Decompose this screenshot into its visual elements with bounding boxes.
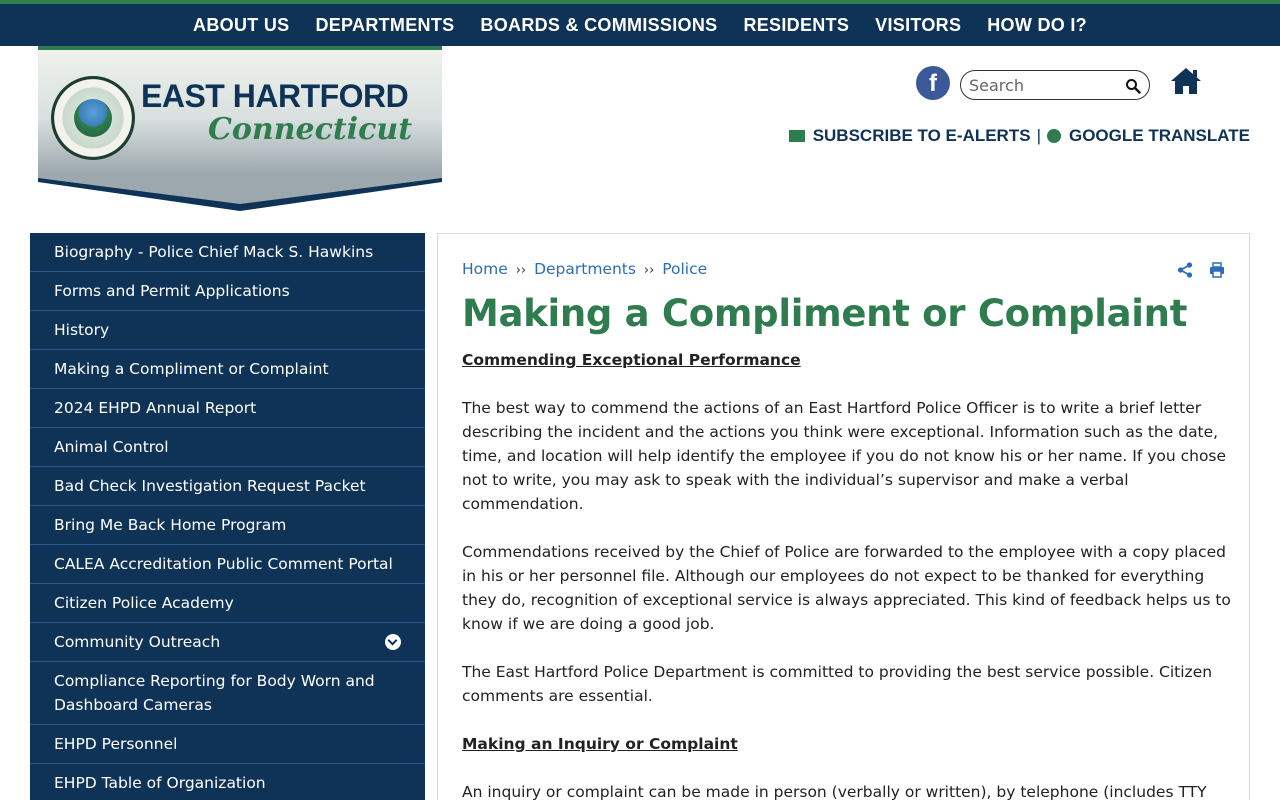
search-input[interactable]: [969, 75, 1119, 95]
sidebar-item-table-of-organization[interactable]: EHPD Table of Organization: [30, 764, 425, 800]
main-content: Home ›› Departments ›› Police Making a C…: [437, 233, 1250, 800]
breadcrumb-separator: ››: [643, 263, 655, 278]
print-icon[interactable]: [1209, 262, 1225, 278]
sidebar-item-label: Biography - Police Chief Mack S. Hawkins: [54, 243, 374, 261]
town-seal-icon: [51, 76, 135, 160]
nav-visitors[interactable]: VISITORS: [875, 15, 961, 36]
sidebar-item-label: Citizen Police Academy: [54, 594, 234, 612]
logo-subtitle: Connecticut: [208, 112, 413, 147]
nav-residents[interactable]: RESIDENTS: [743, 15, 849, 36]
sidebar-item-label: Bad Check Investigation Request Packet: [54, 477, 366, 495]
nav-departments[interactable]: DEPARTMENTS: [315, 15, 454, 36]
site-logo[interactable]: EAST HARTFORD Connecticut: [38, 46, 442, 211]
sidebar-item-label: Compliance Reporting for Body Worn and D…: [54, 672, 375, 714]
sidebar-item-label: Making a Compliment or Complaint: [54, 360, 329, 378]
sidebar-item-label: EHPD Personnel: [54, 735, 178, 753]
sidebar-item-animal-control[interactable]: Animal Control: [30, 428, 425, 467]
search-icon[interactable]: [1125, 78, 1141, 94]
sidebar-item-bring-me-back-home[interactable]: Bring Me Back Home Program: [30, 506, 425, 545]
nav-about-us[interactable]: ABOUT US: [193, 15, 289, 36]
breadcrumb-separator: ››: [515, 263, 527, 278]
google-translate-link[interactable]: GOOGLE TRANSLATE: [1069, 126, 1250, 146]
sidebar-item-label: EHPD Table of Organization: [54, 774, 266, 792]
sidebar-item-compliment-complaint[interactable]: Making a Compliment or Complaint: [30, 350, 425, 389]
subscribe-link[interactable]: SUBSCRIBE TO E-ALERTS: [813, 126, 1031, 146]
sidebar-item-bad-check[interactable]: Bad Check Investigation Request Packet: [30, 467, 425, 506]
sidebar-item-label: Community Outreach: [54, 633, 221, 651]
sidebar-item-annual-report[interactable]: 2024 EHPD Annual Report: [30, 389, 425, 428]
home-icon[interactable]: [1170, 66, 1202, 96]
sidebar-item-compliance-reporting[interactable]: Compliance Reporting for Body Worn and D…: [30, 662, 425, 725]
sidebar-item-community-outreach[interactable]: Community Outreach: [30, 623, 425, 662]
nav-boards-commissions[interactable]: BOARDS & COMMISSIONS: [480, 15, 717, 36]
paragraph: The East Hartford Police Department is c…: [462, 663, 1213, 705]
sidebar-item-biography[interactable]: Biography - Police Chief Mack S. Hawkins: [30, 233, 425, 272]
share-icon[interactable]: [1177, 262, 1193, 278]
paragraph: An inquiry or complaint can be made in p…: [462, 783, 1207, 800]
link-separator: |: [1036, 126, 1041, 145]
sidebar-item-label: CALEA Accreditation Public Comment Porta…: [54, 555, 393, 573]
sidebar-item-personnel[interactable]: EHPD Personnel: [30, 725, 425, 764]
top-nav: ABOUT US DEPARTMENTS BOARDS & COMMISSION…: [0, 4, 1280, 46]
sidebar-item-citizen-academy[interactable]: Citizen Police Academy: [30, 584, 425, 623]
sidebar-nav: Biography - Police Chief Mack S. Hawkins…: [30, 233, 425, 800]
page-title: Making a Compliment or Complaint: [462, 292, 1188, 335]
chevron-down-icon[interactable]: [385, 634, 401, 650]
nav-how-do-i[interactable]: HOW DO I?: [987, 15, 1087, 36]
section-heading-inquiry: Making an Inquiry or Complaint: [462, 735, 738, 753]
globe-icon: [1046, 129, 1061, 143]
sidebar-item-label: Forms and Permit Applications: [54, 282, 290, 300]
sidebar-item-label: 2024 EHPD Annual Report: [54, 399, 257, 417]
envelope-icon: [788, 130, 805, 142]
sidebar-item-forms[interactable]: Forms and Permit Applications: [30, 272, 425, 311]
logo-title: EAST HARTFORD: [141, 78, 409, 114]
section-heading-commending: Commending Exceptional Performance: [462, 351, 801, 369]
logo-banner-point: [38, 174, 442, 211]
header-links: SUBSCRIBE TO E-ALERTS | GOOGLE TRANSLATE: [788, 126, 1250, 146]
breadcrumb-departments[interactable]: Departments: [534, 260, 636, 278]
paragraph: The best way to commend the actions of a…: [462, 399, 1227, 513]
breadcrumb: Home ›› Departments ›› Police: [462, 260, 707, 278]
sidebar-item-calea[interactable]: CALEA Accreditation Public Comment Porta…: [30, 545, 425, 584]
facebook-icon[interactable]: f: [916, 66, 950, 100]
sidebar-item-history[interactable]: History: [30, 311, 425, 350]
article-body: Commending Exceptional Performance The b…: [462, 348, 1232, 800]
search-box: [960, 70, 1150, 100]
sidebar-item-label: Animal Control: [54, 438, 169, 456]
header-utilities: f SUBSCRIBE TO E-ALERTS | GOOGLE TRANSLA…: [788, 66, 1250, 156]
sidebar-item-label: History: [54, 321, 110, 339]
breadcrumb-home[interactable]: Home: [462, 260, 508, 278]
paragraph: Commendations received by the Chief of P…: [462, 543, 1231, 633]
sidebar-item-label: Bring Me Back Home Program: [54, 516, 287, 534]
top-navigation-bar: ABOUT US DEPARTMENTS BOARDS & COMMISSION…: [0, 0, 1280, 46]
breadcrumb-police[interactable]: Police: [662, 260, 707, 278]
